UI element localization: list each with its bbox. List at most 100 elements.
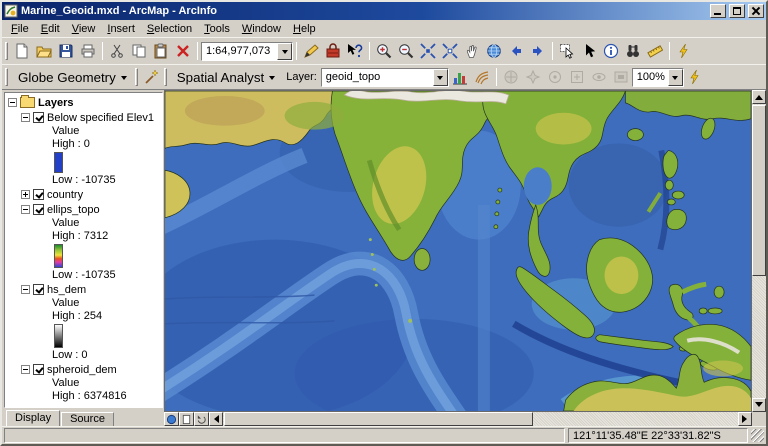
toc-root-layers[interactable]: Layers — [8, 95, 162, 110]
collapse-icon[interactable] — [8, 98, 17, 107]
refresh-view-button[interactable] — [194, 412, 209, 426]
scrollbar-corner — [752, 412, 766, 426]
histogram-button[interactable] — [449, 66, 471, 88]
scroll-up-button[interactable] — [752, 90, 766, 104]
whats-this-help-button[interactable] — [344, 40, 366, 62]
toc-layer-ellips-topo[interactable]: ellips_topo — [8, 202, 162, 217]
fixed-zoom-in-button[interactable] — [417, 40, 439, 62]
globe-geometry-dropdown[interactable]: Globe Geometry — [11, 67, 134, 88]
zoom-out-button[interactable] — [395, 40, 417, 62]
lightning-tool-button[interactable] — [684, 66, 706, 88]
legend-high-label: High : 6374816 — [52, 390, 127, 402]
observer-point-button[interactable] — [588, 66, 610, 88]
navigate-icon — [504, 70, 518, 84]
full-extent-3d-button[interactable] — [610, 66, 632, 88]
measure-button[interactable] — [644, 40, 666, 62]
vertical-scroll-thumb[interactable] — [752, 105, 766, 276]
toolbar-grip[interactable] — [5, 42, 8, 60]
layer-visibility-checkbox[interactable] — [33, 364, 44, 375]
select-features-button[interactable] — [556, 40, 578, 62]
title-bar[interactable]: Marine_Geoid.mxd - ArcMap - ArcInfo — [2, 2, 766, 20]
horizontal-scroll-track[interactable] — [223, 412, 738, 426]
arctoolbox-button[interactable] — [322, 40, 344, 62]
menu-view[interactable]: View — [66, 22, 102, 36]
select-elements-button[interactable] — [578, 40, 600, 62]
menu-window[interactable]: Window — [236, 22, 287, 36]
paste-button[interactable] — [150, 40, 172, 62]
copy-button[interactable] — [128, 40, 150, 62]
editor-toolbar-button[interactable] — [300, 40, 322, 62]
identify-button[interactable] — [600, 40, 622, 62]
menu-file[interactable]: File — [5, 22, 35, 36]
toc-layer-spheroid-dem[interactable]: spheroid_dem — [8, 362, 162, 377]
layer-visibility-checkbox[interactable] — [33, 189, 44, 200]
layer-dropdown-button[interactable] — [432, 68, 448, 86]
collapse-icon[interactable] — [21, 113, 30, 122]
zoom-target-button[interactable] — [566, 66, 588, 88]
data-view-button[interactable] — [164, 412, 179, 426]
close-button[interactable] — [748, 4, 764, 18]
menu-edit[interactable]: Edit — [35, 22, 66, 36]
hyperlink-button[interactable] — [673, 40, 695, 62]
vertical-scrollbar[interactable] — [752, 90, 766, 412]
maximize-button[interactable] — [729, 4, 745, 18]
spatial-analyst-dropdown[interactable]: Spatial Analyst — [170, 67, 282, 88]
zoom-in-button[interactable] — [373, 40, 395, 62]
layer-name: hs_dem — [47, 283, 87, 296]
paste-icon — [154, 43, 167, 59]
resize-grip[interactable] — [751, 429, 764, 442]
fly-3d-button[interactable] — [522, 66, 544, 88]
collapse-icon[interactable] — [21, 365, 30, 374]
vertical-scroll-track[interactable] — [752, 104, 766, 398]
layer-visibility-checkbox[interactable] — [33, 204, 44, 215]
create-contour-button[interactable] — [471, 66, 493, 88]
delete-button[interactable] — [172, 40, 194, 62]
cut-button[interactable] — [106, 40, 128, 62]
wand-tool-button[interactable] — [141, 66, 163, 88]
toc-layer-country[interactable]: country — [8, 187, 162, 202]
menu-tools[interactable]: Tools — [198, 22, 236, 36]
menu-help[interactable]: Help — [287, 22, 322, 36]
pan-button[interactable] — [461, 40, 483, 62]
layer-combo[interactable]: geoid_topo — [320, 67, 449, 87]
center-target-button[interactable] — [544, 66, 566, 88]
collapse-icon[interactable] — [21, 205, 30, 214]
zoom-percent-combo[interactable]: 100% — [631, 67, 684, 87]
toc-layer-hs-dem[interactable]: hs_dem — [8, 282, 162, 297]
toc-tree[interactable]: Layers Below specified Elev1 Value High … — [4, 92, 163, 408]
go-forward-extent-button[interactable] — [527, 40, 549, 62]
save-button[interactable] — [55, 40, 77, 62]
map-scale-combo[interactable]: 1:64,977,073 — [201, 41, 293, 61]
layout-view-button[interactable] — [179, 412, 194, 426]
full-extent-button[interactable] — [483, 40, 505, 62]
zoom-dropdown-button[interactable] — [668, 68, 683, 86]
legend-low-label: Low : 0 — [52, 349, 88, 361]
new-document-button[interactable] — [11, 40, 33, 62]
layer-visibility-checkbox[interactable] — [33, 284, 44, 295]
go-back-extent-button[interactable] — [505, 40, 527, 62]
scroll-down-button[interactable] — [752, 398, 766, 412]
menu-insert[interactable]: Insert — [101, 22, 141, 36]
scroll-left-button[interactable] — [209, 412, 223, 426]
collapse-icon[interactable] — [21, 285, 30, 294]
tab-display[interactable]: Display — [6, 410, 61, 426]
map-canvas[interactable] — [164, 90, 752, 412]
expand-icon[interactable] — [21, 190, 30, 199]
scale-dropdown-button[interactable] — [277, 42, 292, 60]
toolbar-grip[interactable] — [5, 68, 8, 86]
fixed-zoom-out-button[interactable] — [439, 40, 461, 62]
toolbar-grip[interactable] — [134, 68, 138, 86]
tab-source[interactable]: Source — [61, 412, 114, 426]
scroll-right-button[interactable] — [738, 412, 752, 426]
print-button[interactable] — [77, 40, 99, 62]
minimize-button[interactable] — [710, 4, 726, 18]
toc-layer-below-specified[interactable]: Below specified Elev1 — [8, 110, 162, 125]
layer-visibility-checkbox[interactable] — [33, 112, 44, 123]
menu-selection[interactable]: Selection — [141, 22, 198, 36]
layer-name: spheroid_dem — [47, 363, 117, 376]
navigate-3d-button[interactable] — [500, 66, 522, 88]
find-button[interactable] — [622, 40, 644, 62]
open-document-button[interactable] — [33, 40, 55, 62]
toolbar-grip[interactable] — [163, 68, 167, 86]
horizontal-scroll-thumb[interactable] — [224, 412, 533, 426]
